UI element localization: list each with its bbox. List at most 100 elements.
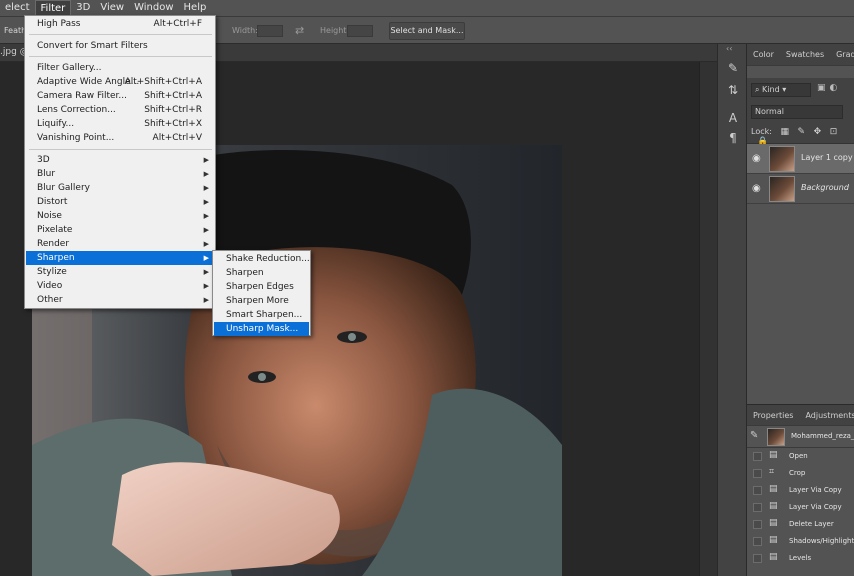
menu-item-lens-correction[interactable]: Lens Correction... Shift+Ctrl+R [26, 103, 214, 117]
history-name: Open [789, 452, 808, 460]
submenu-arrow-icon: ▶ [203, 268, 209, 276]
menu-item-high-pass[interactable]: High Pass Alt+Ctrl+F [26, 17, 214, 31]
tab-color[interactable]: Color [747, 50, 780, 59]
select-and-mask-button[interactable]: Select and Mask... [389, 22, 465, 40]
document-icon: ▤ [769, 484, 778, 494]
snapshot-name: Mohammed_reza_g [791, 432, 854, 440]
tab-adjustments[interactable]: Adjustments [799, 411, 854, 420]
submenu-item-sharpen[interactable]: Sharpen [214, 266, 309, 280]
menu-filter[interactable]: Filter [34, 0, 72, 16]
blend-mode-label: Normal [755, 107, 784, 116]
paragraph-icon[interactable]: ¶ [725, 130, 741, 146]
height-label: Height: [320, 26, 350, 35]
menu-item-stylize[interactable]: Stylize ▶ [26, 265, 214, 279]
menu-item-blur-gallery[interactable]: Blur Gallery ▶ [26, 181, 214, 195]
menu-3d[interactable]: 3D [71, 0, 95, 16]
history-brush-icon[interactable]: ✎ [750, 430, 758, 441]
menu-item-label: Lens Correction... [37, 105, 116, 115]
type-icon[interactable]: A [725, 110, 741, 126]
history-name: Levels [789, 554, 812, 562]
history-item[interactable]: ▤ Levels [747, 550, 854, 567]
history-item[interactable]: ▤ Layer Via Copy [747, 499, 854, 516]
submenu-arrow-icon: ▶ [203, 226, 209, 234]
menu-item-3d[interactable]: 3D ▶ [26, 153, 214, 167]
crop-icon: ⌗ [769, 467, 775, 477]
submenu-item-sharpen-more[interactable]: Sharpen More [214, 294, 309, 308]
history-checkbox[interactable] [753, 486, 762, 495]
kind-label: Kind [762, 85, 780, 94]
filter-menu: High Pass Alt+Ctrl+F Convert for Smart Fi… [24, 15, 216, 309]
menu-separator [29, 34, 212, 35]
submenu-item-unsharp-mask[interactable]: Unsharp Mask... [214, 322, 309, 336]
history-name: Crop [789, 469, 806, 477]
menu-item-sharpen[interactable]: Sharpen ▶ [26, 251, 214, 265]
menu-item-adaptive-wide-angle[interactable]: Adaptive Wide Angle... Alt+Shift+Ctrl+A [26, 75, 214, 89]
history-name: Layer Via Copy [789, 486, 842, 494]
history-checkbox[interactable] [753, 469, 762, 478]
history-checkbox[interactable] [753, 537, 762, 546]
menu-select[interactable]: elect [0, 0, 35, 16]
history-item[interactable]: ⌗ Crop [747, 465, 854, 482]
menu-item-filter-gallery[interactable]: Filter Gallery... [26, 61, 214, 75]
menu-item-video[interactable]: Video ▶ [26, 279, 214, 293]
document-icon: ▤ [769, 552, 778, 562]
menu-item-vanishing-point[interactable]: Vanishing Point... Alt+Ctrl+V [26, 131, 214, 145]
menu-item-liquify[interactable]: Liquify... Shift+Ctrl+X [26, 117, 214, 131]
menu-item-render[interactable]: Render ▶ [26, 237, 214, 251]
menu-item-label: Render [37, 239, 70, 249]
visibility-eye-icon[interactable]: ◉ [752, 183, 761, 194]
menu-item-pixelate[interactable]: Pixelate ▶ [26, 223, 214, 237]
menu-item-convert-smart-filters[interactable]: Convert for Smart Filters [26, 39, 214, 53]
tab-properties[interactable]: Properties [747, 411, 799, 420]
history-checkbox[interactable] [753, 503, 762, 512]
submenu-item-shake-reduction[interactable]: Shake Reduction... [214, 252, 310, 266]
history-checkbox[interactable] [753, 452, 762, 461]
layer-row-background[interactable]: ◉ Background [747, 174, 854, 204]
lock-pixels-icon[interactable]: ▦ [780, 127, 789, 137]
history-name: Layer Via Copy [789, 503, 842, 511]
lock-brush-icon[interactable]: ✎ [798, 127, 806, 137]
collapse-arrows-icon[interactable]: ‹‹ [726, 44, 732, 53]
history-item[interactable]: ▤ Open [747, 448, 854, 465]
menu-item-noise[interactable]: Noise ▶ [26, 209, 214, 223]
history-checkbox[interactable] [753, 554, 762, 563]
tab-gradients[interactable]: Gradie [830, 50, 854, 59]
tab-swatches[interactable]: Swatches [780, 50, 830, 59]
history-checkbox[interactable] [753, 520, 762, 529]
history-item[interactable]: ▤ Shadows/Highlights [747, 533, 854, 550]
filter-type-icons[interactable]: ▣◐ [817, 83, 841, 93]
menu-item-distort[interactable]: Distort ▶ [26, 195, 214, 209]
menu-view[interactable]: View [95, 0, 129, 16]
panel-tool-strip: ‹‹ ✎ ⇅ A ¶ [717, 44, 747, 576]
menu-item-camera-raw[interactable]: Camera Raw Filter... Shift+Ctrl+A [26, 89, 214, 103]
brush-icon[interactable]: ✎ [725, 60, 741, 76]
kind-filter[interactable]: ⌕ Kind ▾ [751, 83, 811, 97]
lock-move-icon[interactable]: ✥ [814, 127, 822, 137]
menu-item-label: Filter Gallery... [37, 63, 102, 73]
document-icon: ▤ [769, 450, 778, 460]
vertical-scrollbar[interactable] [699, 62, 717, 576]
submenu-item-smart-sharpen[interactable]: Smart Sharpen... [214, 308, 309, 322]
submenu-arrow-icon: ▶ [203, 184, 209, 192]
blend-mode-select[interactable]: Normal [751, 105, 843, 119]
menu-item-blur[interactable]: Blur ▶ [26, 167, 214, 181]
height-field[interactable] [347, 25, 373, 37]
swap-icon[interactable]: ⇄ [295, 24, 304, 37]
adjust-icon[interactable]: ⇅ [725, 82, 741, 98]
menu-item-label: Convert for Smart Filters [37, 41, 148, 51]
menu-separator [29, 149, 212, 150]
menu-item-other[interactable]: Other ▶ [26, 293, 214, 307]
width-field[interactable] [257, 25, 283, 37]
submenu-item-sharpen-edges[interactable]: Sharpen Edges [214, 280, 309, 294]
history-item[interactable]: ▤ Delete Layer [747, 516, 854, 533]
menu-help[interactable]: Help [179, 0, 212, 16]
layer-row-layer-1-copy[interactable]: ◉ Layer 1 copy [747, 144, 854, 174]
layer-name: Layer 1 copy [801, 153, 853, 162]
menu-window[interactable]: Window [129, 0, 178, 16]
submenu-arrow-icon: ▶ [203, 198, 209, 206]
document-icon: ▤ [769, 535, 778, 545]
visibility-eye-icon[interactable]: ◉ [752, 153, 761, 164]
history-snapshot[interactable]: ✎ Mohammed_reza_g [747, 426, 854, 448]
history-item[interactable]: ▤ Layer Via Copy [747, 482, 854, 499]
lock-artboard-icon[interactable]: ⊡ [830, 127, 838, 137]
